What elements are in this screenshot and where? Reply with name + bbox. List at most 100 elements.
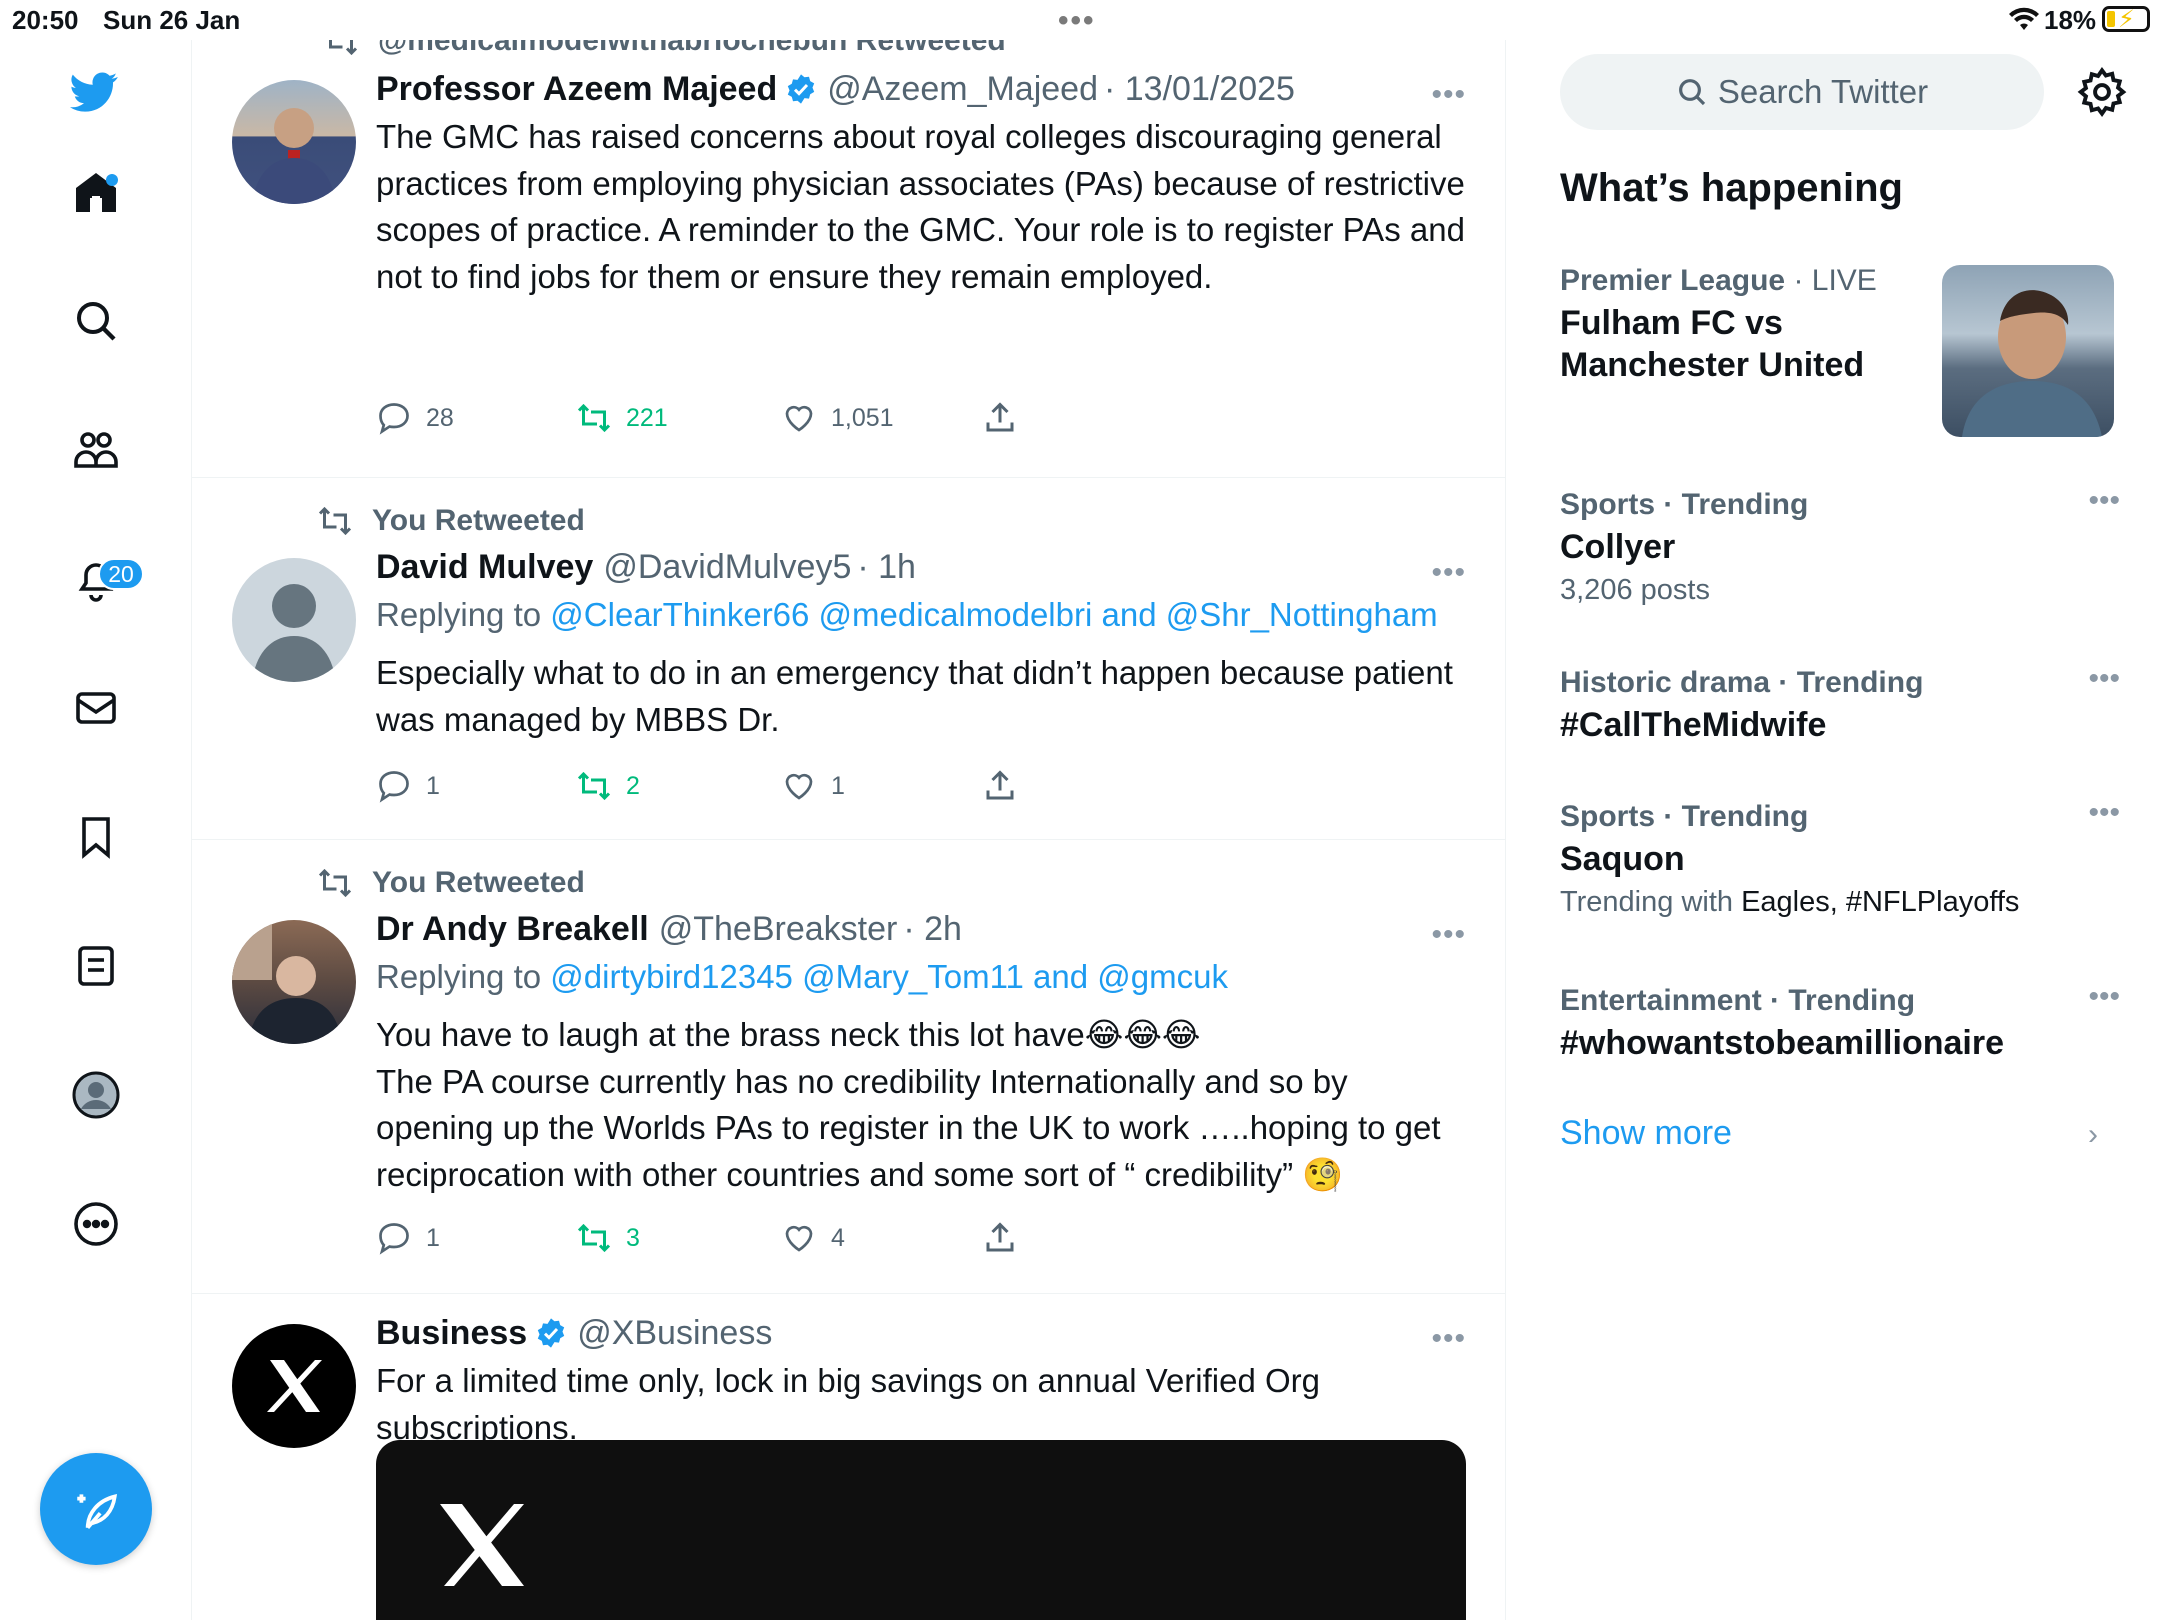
reply-count: 28 (426, 403, 454, 432)
author-name[interactable]: Business (376, 1312, 527, 1354)
trend-title: #whowantstobeamillionaire (1560, 1024, 2004, 1062)
verified-badge-icon (788, 74, 815, 104)
settings-gear-icon[interactable] (2076, 66, 2128, 118)
author-handle[interactable]: @Azeem_Majeed (827, 68, 1098, 110)
tweet[interactable]: @medicalmodelwithabriochebun Retweeted P… (192, 40, 1505, 478)
author-handle[interactable]: @XBusiness (577, 1312, 772, 1354)
trend-category: Historic drama · Trending (1560, 666, 1924, 699)
trend-title: Collyer (1560, 528, 1676, 566)
tweet-more-icon[interactable]: ••• (1431, 1322, 1466, 1356)
whats-happening-heading: What’s happening (1560, 166, 1903, 210)
like-button[interactable]: 1 (781, 768, 845, 804)
trend-item[interactable]: Premier League · LIVE Fulham FC vs Manch… (1560, 264, 1930, 386)
tweet[interactable]: You Retweeted David Mulvey @DavidMulvey5… (192, 478, 1505, 840)
like-button[interactable]: 4 (781, 1220, 845, 1256)
wifi-icon (2009, 7, 2039, 30)
tweet[interactable]: You Retweeted Dr Andy Breakell @TheBreak… (192, 840, 1505, 1294)
retweet-context-label: You Retweeted (372, 504, 585, 537)
trend-context-terms: Eagles, #NFLPlayoffs (1741, 886, 2020, 918)
author-name[interactable]: Professor Azeem Majeed (376, 68, 777, 110)
avatar[interactable] (232, 558, 356, 682)
tweet-header: David Mulvey @DavidMulvey5 · 1h (376, 546, 1466, 588)
communities-icon[interactable] (68, 422, 124, 478)
retweet-icon (577, 771, 611, 801)
like-count: 4 (831, 1223, 845, 1252)
tweet-text: Especially what to do in an emergency th… (376, 654, 1453, 738)
trend-item[interactable]: Entertainment · Trending #whowantstobeam… (1560, 980, 2120, 1064)
share-icon (986, 1222, 1014, 1252)
avatar[interactable] (232, 80, 356, 204)
home-icon[interactable] (68, 164, 124, 220)
trend-item[interactable]: Historic drama · Trending #CallTheMidwif… (1560, 662, 2120, 746)
retweet-button[interactable]: 2 (576, 768, 640, 804)
retweet-context-label: You Retweeted (372, 866, 585, 899)
tweet-text-line-1: You have to laugh at the brass neck this… (376, 1016, 1201, 1053)
explore-search-icon[interactable] (68, 293, 124, 349)
tweet-more-icon[interactable]: ••• (1431, 78, 1466, 112)
retweet-button[interactable]: 221 (576, 400, 668, 436)
trend-title: Fulham FC vs Manchester United (1560, 304, 1865, 384)
replying-to-mentions[interactable]: @ClearThinker66 @medicalmodelbri and @Sh… (550, 596, 1437, 633)
replying-to-mentions[interactable]: @dirtybird12345 @Mary_Tom11 and @gmcuk (550, 958, 1228, 995)
search-placeholder: Search Twitter (1717, 73, 1929, 110)
verified-badge-icon (537, 1318, 565, 1348)
tweet-time: · 2h (903, 910, 962, 948)
share-button[interactable] (982, 768, 1032, 804)
retweet-button[interactable]: 3 (576, 1220, 640, 1256)
reply-button[interactable]: 1 (376, 1220, 440, 1256)
left-sidebar: 20 (0, 40, 192, 1620)
reply-count: 1 (426, 1223, 440, 1252)
retweet-icon (577, 403, 611, 433)
trend-title: Saquon (1560, 840, 1685, 878)
author-name[interactable]: Dr Andy Breakell (376, 908, 649, 950)
timeline: @medicalmodelwithabriochebun Retweeted P… (192, 40, 1506, 1620)
trend-more-icon[interactable]: ••• (2088, 980, 2120, 1014)
trend-more-icon[interactable]: ••• (2088, 796, 2120, 830)
reply-icon (379, 403, 409, 435)
retweet-context-icon (318, 506, 352, 536)
trend-category: Entertainment · Trending (1560, 984, 1916, 1017)
like-button[interactable]: 1,051 (781, 400, 894, 436)
trend-category: Sports · Trending (1560, 488, 1809, 521)
bookmarks-icon[interactable] (68, 809, 124, 865)
trend-live-label: · LIVE (1793, 264, 1877, 297)
author-handle[interactable]: @TheBreakster (659, 908, 898, 950)
reply-icon (379, 1223, 409, 1255)
tweet-text: For a limited time only, lock in big sav… (376, 1362, 1321, 1446)
multitasking-dots-icon[interactable]: ••• (1058, 4, 1096, 38)
status-date: Sun 26 Jan (103, 5, 241, 35)
like-count: 1 (831, 771, 845, 800)
profile-avatar-icon[interactable] (68, 1067, 124, 1123)
reply-button[interactable]: 1 (376, 768, 440, 804)
reply-button[interactable]: 28 (376, 400, 454, 436)
trend-item[interactable]: Sports · Trending Saquon Trending with E… (1560, 796, 2120, 919)
share-button[interactable] (982, 1220, 1032, 1256)
tweet-more-icon[interactable]: ••• (1431, 556, 1466, 590)
trend-item[interactable]: Sports · Trending Collyer 3,206 posts ••… (1560, 484, 2120, 607)
retweet-context: You Retweeted (316, 504, 585, 538)
retweet-context-icon (318, 868, 352, 898)
author-handle[interactable]: @DavidMulvey5 (603, 546, 851, 588)
search-bar[interactable]: Search Twitter (1560, 54, 2044, 130)
compose-tweet-button[interactable] (40, 1453, 152, 1565)
share-button[interactable] (982, 400, 1032, 436)
notifications-badge: 20 (98, 558, 144, 590)
avatar[interactable] (232, 920, 356, 1044)
lists-icon[interactable] (68, 938, 124, 994)
trend-more-icon[interactable]: ••• (2088, 662, 2120, 696)
twitter-bird-icon[interactable] (66, 64, 122, 120)
trend-more-icon[interactable]: ••• (2088, 484, 2120, 518)
more-options-icon[interactable] (68, 1196, 124, 1252)
show-more-link[interactable]: Show more (1560, 1114, 1732, 1153)
avatar[interactable] (232, 1324, 356, 1448)
media-card[interactable] (376, 1440, 1466, 1620)
trend-context-prefix: Trending with (1560, 886, 1734, 918)
battery-icon: ⚡ (2102, 6, 2150, 33)
trend-context: Trending with Eagles, #NFLPlayoffs (1560, 886, 2120, 919)
trend-category-label: Premier League (1560, 264, 1786, 297)
tweet-text: The GMC has raised concerns about royal … (376, 118, 1465, 295)
trend-image[interactable] (1942, 265, 2114, 437)
messages-envelope-icon[interactable] (68, 680, 124, 736)
tweet-more-icon[interactable]: ••• (1431, 918, 1466, 952)
author-name[interactable]: David Mulvey (376, 546, 593, 588)
